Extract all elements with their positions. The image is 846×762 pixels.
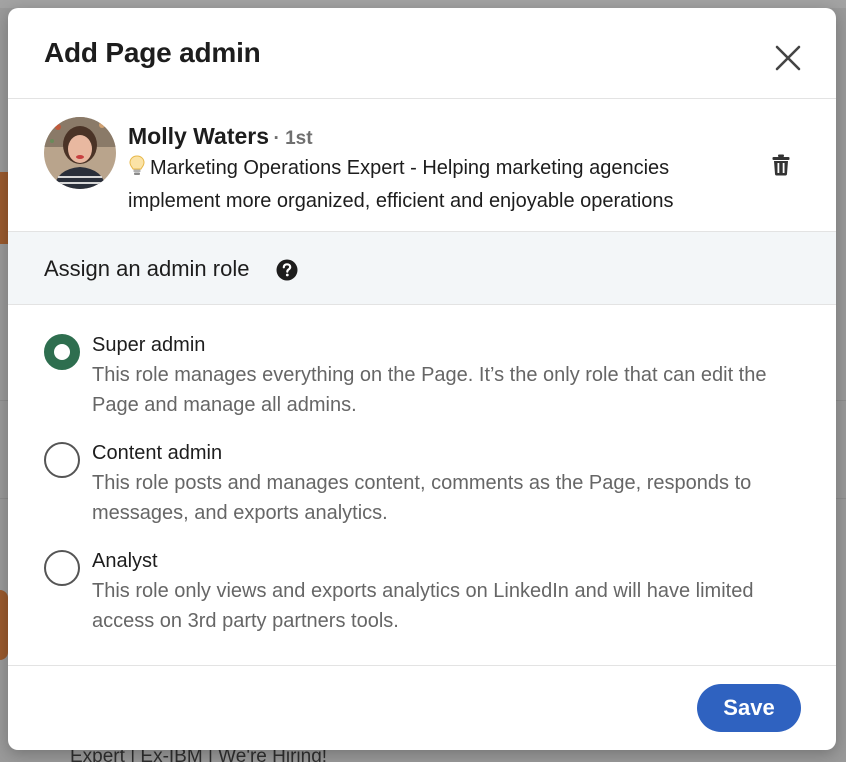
lightbulb-icon: [128, 155, 146, 186]
person-name[interactable]: Molly Waters: [128, 123, 269, 149]
radio-analyst[interactable]: [44, 550, 80, 586]
role-description: This role only views and exports analyti…: [92, 580, 754, 632]
role-description: This role manages everything on the Page…: [92, 364, 767, 416]
role-section-label: Assign an admin role: [44, 256, 250, 281]
role-options: Super admin This role manages everything…: [8, 305, 836, 666]
person-name-row: Molly Waters · 1st: [128, 123, 313, 150]
background-top-bar: [0, 0, 846, 8]
trash-icon: [772, 154, 790, 176]
person-headline: Marketing Operations Expert - Helping ma…: [128, 153, 748, 216]
remove-person-button[interactable]: [766, 150, 796, 180]
selected-person: Molly Waters · 1st Marketing Operations …: [8, 99, 836, 232]
close-button[interactable]: [766, 36, 810, 80]
role-section-header: Assign an admin role: [8, 232, 836, 305]
role-title: Super admin: [92, 334, 206, 356]
role-title: Content admin: [92, 442, 223, 464]
background-orange-block: [0, 172, 8, 244]
save-button[interactable]: Save: [697, 684, 801, 732]
add-admin-dialog: Add Page admin Molly Waters · 1st Market…: [8, 8, 836, 750]
role-description: This role posts and manages content, com…: [92, 472, 752, 524]
dialog-header: Add Page admin: [8, 8, 836, 99]
person-headline-text: Marketing Operations Expert - Helping ma…: [128, 157, 674, 212]
radio-content-admin[interactable]: [44, 442, 80, 478]
radio-super-admin[interactable]: [44, 334, 80, 370]
background-avatar-fragment: [0, 590, 8, 660]
close-icon: [775, 45, 801, 71]
connection-degree: · 1st: [273, 128, 313, 149]
question-circle-icon[interactable]: [276, 259, 298, 281]
avatar[interactable]: [44, 117, 116, 189]
dialog-title: Add Page admin: [44, 37, 261, 68]
role-title: Analyst: [92, 550, 158, 572]
dialog-footer: Save: [8, 666, 836, 750]
